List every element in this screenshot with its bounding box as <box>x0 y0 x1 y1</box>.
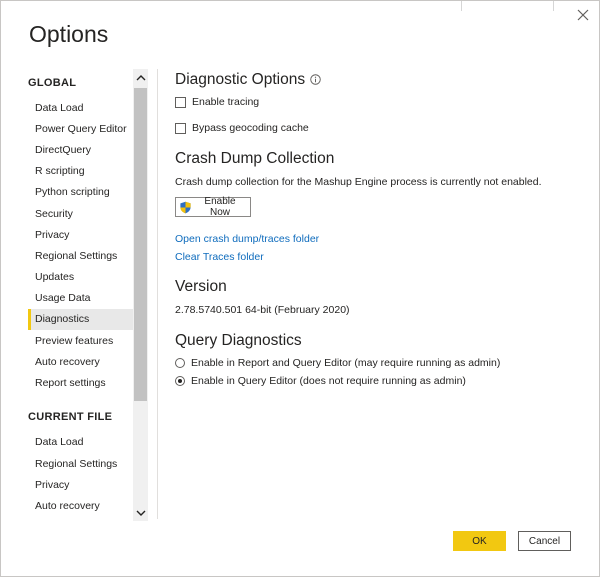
chevron-down-icon <box>136 510 145 516</box>
frame-divider <box>461 1 462 11</box>
options-sidebar: GLOBAL Data Load Power Query Editor Dire… <box>28 69 148 521</box>
report-and-editor-label: Enable in Report and Query Editor (may r… <box>191 357 501 369</box>
sidebar-item-privacy[interactable]: Privacy <box>28 225 133 246</box>
diagnostic-options-heading-text: Diagnostic Options <box>175 71 306 88</box>
sidebar-item-usage-data[interactable]: Usage Data <box>28 288 133 309</box>
options-dialog: Options GLOBAL Data Load Power Query Edi… <box>0 0 600 577</box>
sidebar-scrollbar[interactable] <box>133 69 148 521</box>
sidebar-item-auto-recovery[interactable]: Auto recovery <box>28 352 133 373</box>
open-crash-dump-folder-link[interactable]: Open crash dump/traces folder <box>175 233 319 245</box>
sidebar-item-report-settings[interactable]: Report settings <box>28 373 133 394</box>
sidebar-item-current-regional-settings[interactable]: Regional Settings <box>28 454 133 475</box>
sidebar-item-python-scripting[interactable]: Python scripting <box>28 182 133 203</box>
diagnostic-options-heading: Diagnostic Options <box>175 71 321 89</box>
query-diagnostics-option-report-and-editor[interactable]: Enable in Report and Query Editor (may r… <box>175 357 500 369</box>
sidebar-item-power-query-editor[interactable]: Power Query Editor <box>28 119 133 140</box>
bypass-geocoding-label: Bypass geocoding cache <box>192 122 309 134</box>
pane-divider <box>157 69 158 519</box>
section-heading-current-file: CURRENT FILE <box>28 411 113 423</box>
enable-tracing-checkbox[interactable] <box>175 96 186 108</box>
sidebar-item-directquery[interactable]: DirectQuery <box>28 140 133 161</box>
section-heading-global: GLOBAL <box>28 77 77 89</box>
enable-tracing-option[interactable]: Enable tracing <box>175 96 259 108</box>
sidebar-item-updates[interactable]: Updates <box>28 267 133 288</box>
enable-tracing-label: Enable tracing <box>192 96 260 108</box>
sidebar-item-diagnostics[interactable]: Diagnostics <box>28 309 133 330</box>
shield-icon <box>180 201 191 213</box>
sidebar-item-regional-settings[interactable]: Regional Settings <box>28 246 133 267</box>
sidebar-item-current-privacy[interactable]: Privacy <box>28 475 133 496</box>
crash-dump-description: Crash dump collection for the Mashup Eng… <box>175 176 542 188</box>
query-diagnostics-heading: Query Diagnostics <box>175 332 302 349</box>
scrollbar-thumb[interactable] <box>134 88 147 401</box>
version-value: 2.78.5740.501 64-bit (February 2020) <box>175 304 350 316</box>
chevron-up-icon <box>136 74 145 80</box>
info-icon[interactable] <box>310 74 321 86</box>
enable-now-label: Enable Now <box>204 196 236 218</box>
frame-divider <box>553 1 554 11</box>
dialog-title: Options <box>29 21 109 47</box>
enable-now-button[interactable]: Enable Now <box>175 196 251 218</box>
sidebar-item-current-auto-recovery[interactable]: Auto recovery <box>28 496 133 517</box>
scroll-up-button[interactable] <box>133 69 148 86</box>
query-diagnostics-option-query-editor[interactable]: Enable in Query Editor (does not require… <box>175 375 466 387</box>
sidebar-item-security[interactable]: Security <box>28 204 133 225</box>
sidebar-item-current-data-load[interactable]: Data Load <box>28 432 133 453</box>
query-editor-label: Enable in Query Editor (does not require… <box>191 375 466 387</box>
report-and-editor-radio[interactable] <box>175 358 185 368</box>
ok-button[interactable]: OK <box>453 531 506 551</box>
bypass-geocoding-checkbox[interactable] <box>175 122 186 134</box>
sidebar-item-data-load[interactable]: Data Load <box>28 98 133 119</box>
sidebar-item-preview-features[interactable]: Preview features <box>28 331 133 352</box>
version-heading: Version <box>175 278 227 295</box>
crash-dump-heading: Crash Dump Collection <box>175 150 335 167</box>
close-icon[interactable] <box>575 7 591 23</box>
sidebar-item-r-scripting[interactable]: R scripting <box>28 161 133 182</box>
query-editor-radio[interactable] <box>175 376 185 386</box>
bypass-geocoding-option[interactable]: Bypass geocoding cache <box>175 122 309 134</box>
clear-traces-folder-link[interactable]: Clear Traces folder <box>175 251 264 263</box>
cancel-button[interactable]: Cancel <box>518 531 571 551</box>
scroll-down-button[interactable] <box>133 504 148 521</box>
